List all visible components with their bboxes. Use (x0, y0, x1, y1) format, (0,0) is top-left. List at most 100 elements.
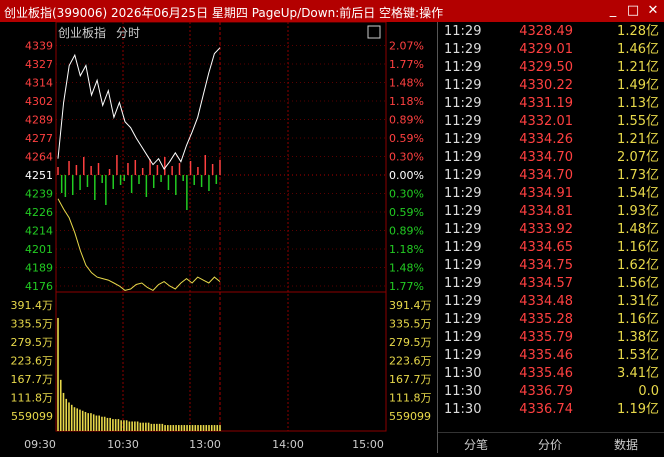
pct-tick-up: 0.30% (389, 151, 424, 164)
volume-tick-left: 111.8万 (11, 392, 54, 405)
tick-row[interactable]: 11:29 4335.46 1.53亿 (438, 347, 664, 365)
price-tick-base: 4251 (25, 169, 53, 182)
minimize-button[interactable]: _ (605, 2, 621, 19)
price-tick-down: 4189 (25, 262, 53, 275)
tick-time: 11:29 (444, 186, 482, 201)
volume-tick-left: 391.4万 (11, 299, 54, 312)
tick-row[interactable]: 11:29 4334.70 1.73亿 (438, 167, 664, 185)
tick-row[interactable]: 11:29 4331.19 1.13亿 (438, 95, 664, 113)
tick-row[interactable]: 11:29 4328.49 1.28亿 (438, 23, 664, 41)
tick-row[interactable]: 11:29 4334.91 1.54亿 (438, 185, 664, 203)
volume-tick-right: 279.5万 (389, 336, 432, 349)
volume-tick-right: 167.7万 (389, 373, 432, 386)
intraday-chart-svg[interactable]: 创业板指 分时 4339 4327 4314 4302 4289 4277 4264 4251… (0, 21, 436, 453)
tick-time: 11:29 (444, 312, 482, 327)
tick-row[interactable]: 11:29 4332.01 1.55亿 (438, 113, 664, 131)
tick-time: 11:29 (444, 294, 482, 309)
tick-time: 11:30 (444, 402, 482, 417)
price-tick-down: 4176 (25, 280, 53, 293)
volume-tick-left: 279.5万 (11, 336, 54, 349)
tick-row[interactable]: 11:29 4334.26 1.21亿 (438, 131, 664, 149)
volume-tick-right: 335.5万 (389, 318, 432, 331)
tab-ticks[interactable]: 分笔 (464, 436, 488, 453)
tick-price: 4334.81 (519, 204, 573, 219)
volume-tick-right: 111.8万 (389, 392, 432, 405)
price-tick-up: 4314 (25, 77, 53, 90)
tab-data[interactable]: 数据 (614, 436, 638, 453)
tick-volume: 2.07亿 (617, 150, 659, 165)
volume-tick-left: 335.5万 (11, 318, 54, 331)
volume-tick-right: 391.4万 (389, 299, 432, 312)
tick-row[interactable]: 11:29 4334.65 1.16亿 (438, 239, 664, 257)
tick-time: 11:30 (444, 384, 482, 399)
tick-row[interactable]: 11:29 4330.22 1.49亿 (438, 77, 664, 95)
tick-row[interactable]: 11:29 4334.70 2.07亿 (438, 149, 664, 167)
pct-tick-up: 1.48% (389, 77, 424, 90)
tick-time: 11:29 (444, 96, 482, 111)
volume-tick-left: 167.7万 (11, 373, 54, 386)
pct-tick-up: 1.18% (389, 95, 424, 108)
tick-volume: 1.56亿 (617, 276, 659, 291)
tick-price: 4334.48 (519, 294, 573, 309)
tick-row[interactable]: 11:29 4329.50 1.21亿 (438, 59, 664, 77)
tick-price: 4334.57 (519, 276, 573, 291)
tick-price: 4334.26 (519, 132, 573, 147)
close-button[interactable]: ✕ (645, 2, 661, 19)
tick-price: 4334.70 (519, 168, 573, 183)
intraday-chart[interactable]: 创业板指 分时 4339 4327 4314 4302 4289 4277 4264 4251… (0, 21, 436, 453)
tick-volume: 1.28亿 (617, 24, 659, 39)
time-tick: 15:00 (352, 438, 384, 451)
price-tick-up: 4289 (25, 114, 53, 127)
pct-tick-down: 1.18% (389, 243, 424, 256)
tick-row[interactable]: 11:29 4329.01 1.46亿 (438, 41, 664, 59)
tick-row[interactable]: 11:30 4336.79 0.0 (438, 383, 664, 401)
restore-button[interactable]: □ (625, 2, 641, 19)
tick-volume: 1.49亿 (617, 78, 659, 93)
pct-tick-down: 0.89% (389, 225, 424, 238)
price-tick-down: 4214 (25, 225, 53, 238)
tick-row[interactable]: 11:29 4334.57 1.56亿 (438, 275, 664, 293)
tick-row[interactable]: 11:29 4334.48 1.31亿 (438, 293, 664, 311)
tick-row[interactable]: 11:29 4334.75 1.62亿 (438, 257, 664, 275)
price-tick-up: 4302 (25, 95, 53, 108)
tick-time: 11:29 (444, 132, 482, 147)
tick-row[interactable]: 11:29 4335.28 1.16亿 (438, 311, 664, 329)
pct-tick-up: 0.89% (389, 114, 424, 127)
tick-price: 4335.79 (519, 330, 573, 345)
tick-row[interactable]: 11:29 4333.92 1.48亿 (438, 221, 664, 239)
tick-row[interactable]: 11:30 4336.74 1.19亿 (438, 401, 664, 419)
price-tick-down: 4226 (25, 206, 53, 219)
tick-price: 4334.70 (519, 150, 573, 165)
chart-collapse-button[interactable] (367, 25, 381, 39)
price-line (57, 47, 221, 171)
volume-tick-right: 559099 (389, 410, 431, 423)
tick-volume: 1.31亿 (617, 294, 659, 309)
window-title: 创业板指(399006) 2026年06月25日 星期四 PageUp/Down… (4, 6, 444, 20)
tick-time: 11:29 (444, 24, 482, 39)
tab-price-distribution[interactable]: 分价 (538, 436, 562, 453)
title-bar: 创业板指(399006) 2026年06月25日 星期四 PageUp/Down… (0, 0, 664, 22)
tick-volume: 1.38亿 (617, 330, 659, 345)
price-tick-down: 4239 (25, 188, 53, 201)
tick-time: 11:29 (444, 168, 482, 183)
tick-row[interactable]: 11:29 4334.81 1.93亿 (438, 203, 664, 221)
price-tick-up: 4339 (25, 40, 53, 53)
tick-price: 4334.75 (519, 258, 573, 273)
price-tick-down: 4201 (25, 243, 53, 256)
tick-row[interactable]: 11:29 4335.79 1.38亿 (438, 329, 664, 347)
tick-time: 11:29 (444, 204, 482, 219)
pct-tick-down: 0.59% (389, 206, 424, 219)
time-tick: 10:30 (107, 438, 139, 451)
tick-volume: 1.21亿 (617, 132, 659, 147)
price-tick-up: 4264 (25, 151, 53, 164)
pct-tick-down: 1.77% (389, 280, 424, 293)
tick-price: 4332.01 (519, 114, 573, 129)
tick-volume: 1.48亿 (617, 222, 659, 237)
tick-row[interactable]: 11:30 4335.46 3.41亿 (438, 365, 664, 383)
chart-frame (55, 21, 387, 432)
tick-time: 11:29 (444, 222, 482, 237)
time-tick: 14:00 (272, 438, 304, 451)
chart-name-label: 创业板指 (58, 25, 106, 40)
volume-tick-left: 559099 (11, 410, 53, 423)
time-tick: 13:00 (189, 438, 221, 451)
